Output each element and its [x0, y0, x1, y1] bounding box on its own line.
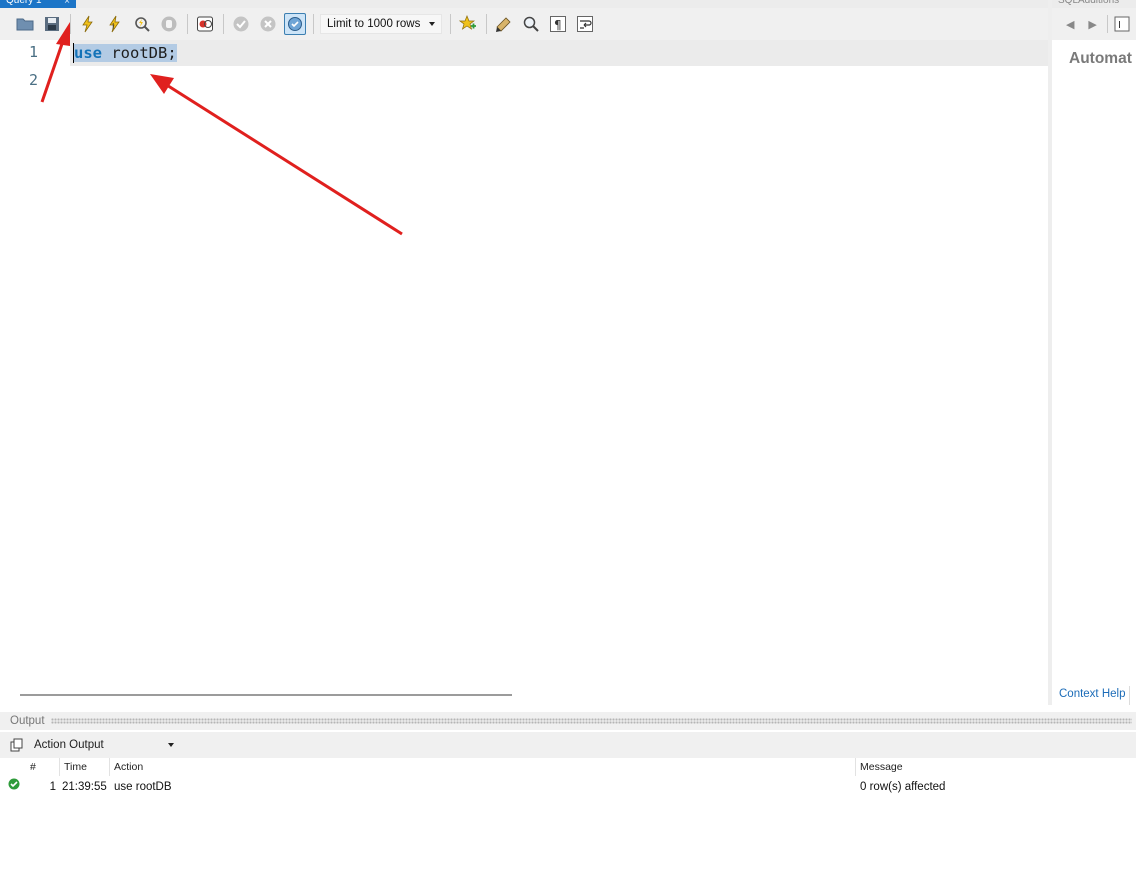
- stop-button[interactable]: [158, 13, 180, 35]
- sql-additions-toolbar: ◀ ▶ I: [1052, 8, 1136, 40]
- pilcrow-icon: ¶: [550, 16, 566, 32]
- tab-query-1[interactable]: Query 1 ×: [0, 0, 76, 8]
- rollback-button[interactable]: [257, 13, 279, 35]
- beautify-button[interactable]: [493, 13, 515, 35]
- execute-current-button[interactable]: I: [104, 13, 126, 35]
- editor-tab-strip: Query 1 ×: [0, 0, 1050, 8]
- sql-editor-toolbar: I Limit to 1000 rows ¶: [0, 8, 1050, 40]
- column-header-time[interactable]: Time: [60, 758, 110, 776]
- save-icon: [45, 17, 59, 31]
- execute-button[interactable]: [77, 13, 99, 35]
- row-action: use rootDB: [114, 781, 172, 793]
- commit-button[interactable]: [230, 13, 252, 35]
- invisible-chars-button[interactable]: ¶: [547, 13, 569, 35]
- check-circle-icon: [233, 16, 249, 32]
- tab-sql-additions[interactable]: SQLAdditions: [1052, 0, 1136, 8]
- context-help-title: Automat: [1069, 50, 1132, 67]
- limit-rows-value: Limit to 1000 rows: [327, 18, 421, 30]
- lightning-icon: [82, 15, 93, 33]
- magnifier-lightning-icon: [135, 17, 150, 32]
- toolbar-separator: [486, 14, 487, 34]
- open-file-button[interactable]: [14, 13, 36, 35]
- output-title: Output: [10, 715, 45, 727]
- back-arrow-icon[interactable]: ◀: [1062, 14, 1078, 34]
- line-number: 2: [28, 71, 38, 89]
- toolbar-separator: [187, 14, 188, 34]
- stop-on-error-button[interactable]: [194, 13, 216, 35]
- tab-context-help[interactable]: Context Help: [1055, 686, 1131, 705]
- current-line-highlight: [70, 40, 1048, 66]
- column-header-index[interactable]: #: [26, 758, 60, 776]
- table-header: # Time Action Message: [4, 758, 1136, 776]
- toolbar-separator: [223, 14, 224, 34]
- toolbar-separator: [1106, 15, 1108, 33]
- toolbar-separator: [313, 14, 314, 34]
- row-index: 1: [49, 781, 56, 793]
- auto-help-icon[interactable]: I: [1114, 14, 1130, 34]
- drag-grip[interactable]: [50, 718, 1132, 724]
- line-number-gutter: 1 2: [4, 40, 70, 688]
- chevron-down-icon: [168, 743, 174, 747]
- x-circle-icon: [260, 16, 276, 32]
- forward-arrow-icon[interactable]: ▶: [1084, 14, 1100, 34]
- success-check-icon: [8, 778, 20, 790]
- horizontal-scrollbar[interactable]: [20, 694, 512, 696]
- star-plus-icon: [459, 15, 476, 30]
- column-header-message[interactable]: Message: [856, 758, 1136, 776]
- status-column-header: [4, 758, 26, 776]
- row-time: 21:39:55: [62, 781, 107, 793]
- text-cursor: [73, 43, 74, 63]
- brush-icon: [496, 17, 511, 32]
- folder-icon: [16, 18, 34, 31]
- toolbar-separator: [450, 14, 451, 34]
- workbench-window: Query 1 × I Limit to 1000 rows ¶ 1 2 use…: [0, 0, 1136, 890]
- save-button[interactable]: [41, 13, 63, 35]
- add-snippet-button[interactable]: [457, 13, 479, 35]
- code-line-1[interactable]: use rootDB;: [74, 40, 177, 66]
- sql-editor[interactable]: 1 2 use rootDB;: [4, 40, 1048, 688]
- chevron-down-icon: [429, 22, 435, 26]
- lightning-cursor-icon: I: [109, 15, 120, 33]
- output-view-value: Action Output: [34, 739, 104, 751]
- table-row[interactable]: 1 21:39:55 use rootDB 0 row(s) affected: [4, 778, 1136, 796]
- status-cell: [4, 778, 26, 796]
- code-text: rootDB;: [102, 44, 177, 62]
- output-view-select[interactable]: Action Output: [30, 735, 178, 755]
- output-toolbar: Action Output: [0, 732, 1136, 758]
- column-header-action[interactable]: Action: [110, 758, 856, 776]
- sql-additions-panel: SQLAdditions ◀ ▶ I Automat Context Help: [1052, 0, 1136, 705]
- selected-text: use rootDB;: [74, 44, 177, 62]
- line-number: 1: [28, 43, 38, 61]
- stop-on-error-icon: [197, 16, 213, 32]
- right-panel-tab-bar: Context Help: [1052, 686, 1136, 705]
- autocommit-toggle[interactable]: [284, 13, 306, 35]
- action-output-table: # Time Action Message 1 21:39:55 use roo…: [4, 758, 1136, 890]
- find-button[interactable]: [520, 13, 542, 35]
- svg-text:¶: ¶: [554, 18, 562, 32]
- tab-close-icon[interactable]: ×: [64, 0, 70, 7]
- search-icon: [523, 16, 539, 32]
- word-wrap-button[interactable]: [574, 13, 596, 35]
- stop-hand-icon: [161, 16, 177, 32]
- copy-icon[interactable]: [10, 738, 24, 752]
- row-message: 0 row(s) affected: [860, 781, 946, 793]
- autocommit-icon: [288, 17, 302, 31]
- svg-text:I: I: [112, 22, 114, 31]
- explain-button[interactable]: [131, 13, 153, 35]
- keyword-use: use: [74, 44, 102, 62]
- output-header: Output: [0, 712, 1136, 730]
- svg-text:I: I: [1118, 20, 1121, 31]
- toolbar-separator: [70, 14, 71, 34]
- wrap-icon: [577, 16, 593, 32]
- limit-rows-select[interactable]: Limit to 1000 rows: [320, 14, 442, 34]
